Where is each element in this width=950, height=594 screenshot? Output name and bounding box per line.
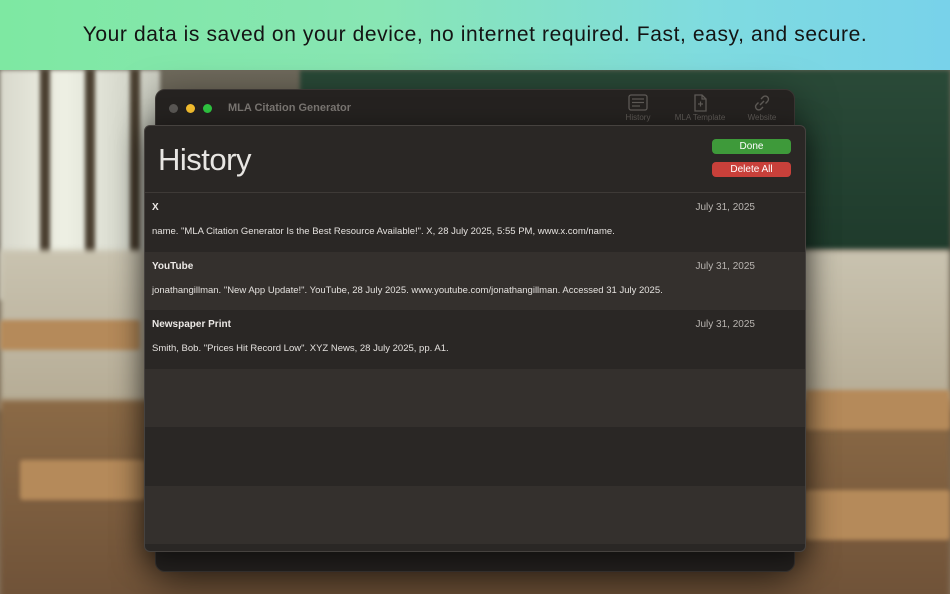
entry-citation: name. "MLA Citation Generator Is the Bes… (152, 226, 615, 237)
toolbar-mla-template-button[interactable]: MLA Template (675, 94, 725, 122)
page-title: History (158, 142, 251, 177)
history-header: History Done Delete All (145, 126, 805, 192)
entry-date: July 31, 2025 (695, 319, 756, 330)
link-icon (754, 95, 770, 111)
entry-source: YouTube (152, 260, 194, 272)
entry-citation: jonathangillman. "New App Update!". YouT… (152, 284, 663, 296)
close-window-button[interactable] (169, 103, 178, 113)
document-icon (694, 94, 707, 112)
toolbar-history-button[interactable]: History (616, 94, 660, 122)
background-desk (805, 490, 950, 540)
banner-text: Your data is saved on your device, no in… (82, 23, 868, 46)
toolbar-history-label: History (625, 113, 651, 122)
list-item[interactable]: Newspaper Print July 31, 2025 Smith, Bob… (145, 310, 805, 369)
promo-banner: Your data is saved on your device, no in… (0, 0, 950, 70)
list-item[interactable]: X July 31, 2025 name. "MLA Citation Gene… (145, 193, 805, 252)
empty-list-row (145, 427, 805, 486)
window-controls (169, 103, 212, 113)
empty-list-row (145, 485, 805, 544)
entry-citation: Smith, Bob. "Prices Hit Record Low". XYZ… (152, 343, 449, 354)
history-list[interactable]: X July 31, 2025 name. "MLA Citation Gene… (145, 193, 805, 544)
window-toolbar: History MLA Template Website (616, 94, 784, 122)
toolbar-mla-template-label: MLA Template (674, 113, 726, 122)
toolbar-website-button[interactable]: Website (740, 94, 784, 122)
background-desk (0, 320, 140, 350)
done-button[interactable]: Done (712, 139, 791, 154)
background-desk (805, 390, 950, 430)
toolbar-website-label: Website (747, 113, 777, 122)
history-sheet: History Done Delete All X July 31, 2025 … (144, 125, 806, 552)
entry-date: July 31, 2025 (695, 260, 756, 272)
zoom-window-button[interactable] (203, 103, 212, 113)
entry-source: Newspaper Print (152, 319, 231, 330)
background-desk (20, 460, 145, 500)
minimize-window-button[interactable] (186, 103, 195, 113)
history-icon (628, 94, 648, 111)
entry-source: X (152, 202, 159, 213)
empty-list-row (145, 368, 805, 427)
window-title: MLA Citation Generator (228, 102, 352, 114)
delete-all-button[interactable]: Delete All (712, 162, 791, 177)
entry-date: July 31, 2025 (695, 202, 756, 213)
list-item[interactable]: YouTube July 31, 2025 jonathangillman. "… (145, 251, 805, 310)
